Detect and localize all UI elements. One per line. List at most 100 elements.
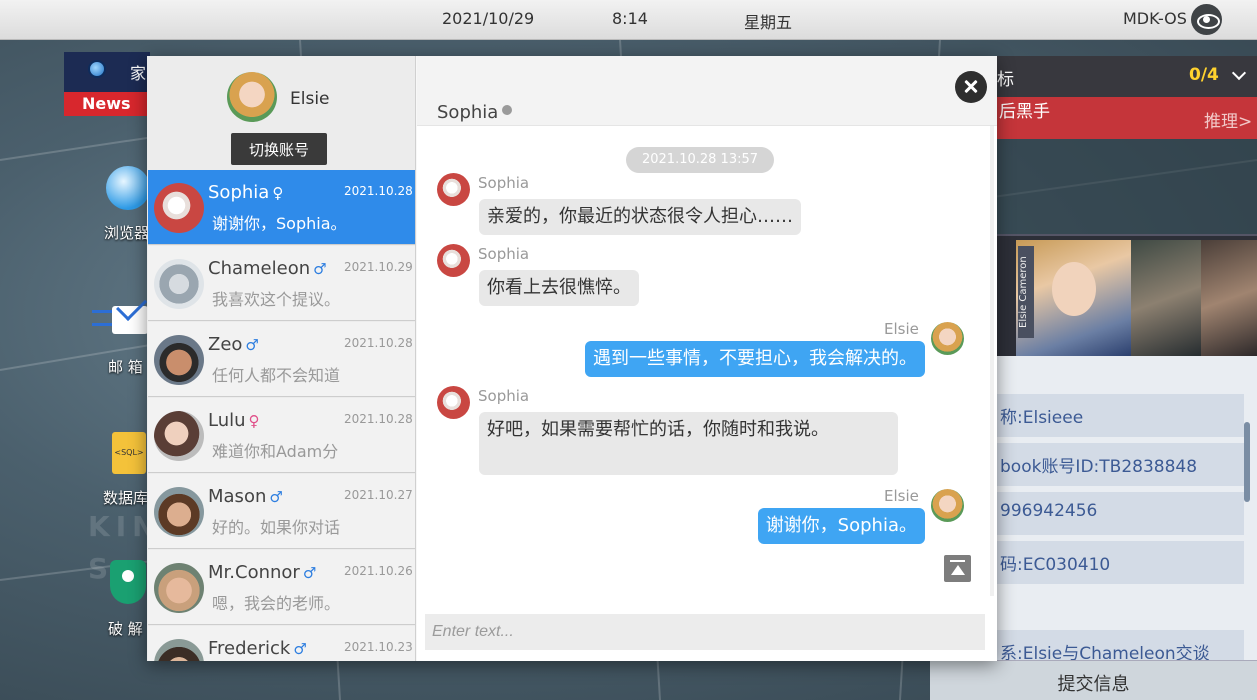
contact-name: Mason ♂ [208,486,283,507]
conversation-header: Sophia [417,56,997,126]
contact-date: 2021.10.27 [344,488,413,502]
info-row: 码:EC030410 [996,541,1244,584]
contact-preview: 谢谢你，Sophia。 [212,214,347,233]
portrait-name-tag: Elsie Cameron [1018,246,1034,338]
status-weekday: 星期五 [744,13,793,32]
avatar [154,563,204,613]
contact-item-zeo[interactable]: Zeo ♂ 2021.10.28 任何人都不会知道 [148,322,415,397]
sql-icon[interactable]: <SQL> [112,432,146,474]
contact-item-mason[interactable]: Mason ♂ 2021.10.27 好的。如果你对话 [148,474,415,549]
sender-name: Elsie [884,487,919,505]
sender-avatar [931,489,964,522]
message-input[interactable] [425,614,985,650]
female-icon: ♀ [248,412,260,430]
panel-divider [996,139,1257,234]
contact-preview: 我喜欢这个提议。 [212,290,341,309]
shield-icon[interactable] [110,560,146,604]
browser-icon[interactable] [106,166,150,210]
conversation-scrollbar[interactable] [990,126,994,596]
sender-avatar [931,322,964,355]
avatar [154,639,204,661]
crack-label: 破 解 [108,620,143,638]
task-name: 后黑手 [999,102,1050,122]
info-row: 996942456 [996,492,1244,535]
sql-icon-text: <SQL> [114,448,144,457]
character-portraits: Elsie Cameron [996,234,1257,356]
globe-icon [88,60,106,78]
avatar [154,411,204,461]
message-bubble-outgoing: 遇到一些事情，不要担心，我会解决的。 [585,341,925,377]
task-reasoning-link[interactable]: 推理> [1204,107,1252,132]
contact-date: 2021.10.28 [344,336,413,350]
chevron-down-icon[interactable] [1231,65,1247,81]
mail-label: 邮 箱 [108,358,143,376]
news-widget[interactable]: 家 News [64,52,150,116]
message-bubble-outgoing: 谢谢你，Sophia。 [757,508,925,544]
contact-list: Elsie 切换账号 Sophia ♀ 2021.10.28 谢谢你，Sophia… [147,56,416,661]
contact-preview: 任何人都不会知道 [212,366,341,385]
contact-item-lulu[interactable]: Lulu ♀ 2021.10.28 难道你和Adam分 [148,398,415,473]
contact-item-chameleon[interactable]: Chameleon ♂ 2021.10.29 我喜欢这个提议。 [148,246,415,321]
status-dot-icon [502,105,513,115]
info-scrollbar[interactable] [1244,422,1250,502]
female-icon: ♀ [272,184,284,202]
avatar [154,259,204,309]
avatar [154,335,204,385]
contact-date: 2021.10.29 [344,260,413,274]
contact-name: Sophia ♀ [208,182,284,203]
task-header[interactable]: 标 0/4 [996,56,1257,97]
contact-date: 2021.10.28 [344,184,413,198]
info-row: 称:Elsieee [996,394,1244,437]
male-icon: ♂ [302,564,317,582]
sender-name: Elsie [884,320,919,338]
contact-preview: 嗯，我会的老师。 [212,594,341,613]
scroll-to-top-icon[interactable] [944,555,971,582]
info-row: book账号ID:TB2838848 [996,443,1244,486]
os-name: MDK-OS [1123,9,1187,28]
profile-info: 称:Elsieee book账号ID:TB2838848 996942456 码… [996,356,1257,700]
contact-name: Chameleon ♂ [208,258,327,279]
message-timestamp: 2021.10.28 13:57 [626,147,774,173]
contact-date: 2021.10.28 [344,412,413,426]
submit-info-button[interactable]: 提交信息 [930,660,1257,700]
sender-name: Sophia [478,387,530,405]
mail-icon[interactable] [112,306,148,334]
task-panel: 标 0/4 后黑手 推理> Elsie Cameron 称:Elsieee bo… [930,56,1257,700]
chat-window: Elsie 切换账号 Sophia ♀ 2021.10.28 谢谢你，Sophia… [147,56,997,661]
avatar [154,487,204,537]
portrait-character [1201,240,1257,356]
sender-avatar [437,386,470,419]
news-badge: News [64,92,150,116]
contact-name: Lulu ♀ [208,410,260,431]
status-date: 2021/10/29 [442,9,535,28]
task-title: 标 [997,70,1014,90]
conversation-title: Sophia [437,102,513,123]
contact-date: 2021.10.23 [344,640,413,654]
eye-icon[interactable] [1191,4,1222,35]
contact-item-mr-connor[interactable]: Mr.Connor ♂ 2021.10.26 嗯，我会的老师。 [148,550,415,625]
avatar [154,183,204,233]
male-icon: ♂ [293,640,307,658]
contact-date: 2021.10.26 [344,564,413,578]
news-home-label: 家 [130,64,147,83]
male-icon: ♂ [313,260,327,278]
mail-speed-lines [92,310,114,326]
task-count: 0/4 [1189,65,1219,85]
close-icon[interactable] [955,71,987,103]
account-avatar [227,72,277,122]
switch-account-button[interactable]: 切换账号 [231,133,327,165]
male-icon: ♂ [269,488,283,506]
status-bar: 2021/10/29 8:14 星期五 MDK-OS [0,0,1257,40]
message-bubble-incoming: 亲爱的，你最近的状态很令人担心…… [479,199,801,235]
account-name: Elsie [290,89,330,109]
database-label: 数据库 [103,489,149,507]
sender-name: Sophia [478,174,530,192]
contact-preview: 好的。如果你对话 [212,518,341,537]
status-time: 8:14 [612,9,648,28]
contact-item-frederick[interactable]: Frederick ♂ 2021.10.23 [148,626,415,661]
task-row[interactable]: 后黑手 推理> [996,97,1257,139]
contact-preview: 难道你和Adam分 [212,442,339,461]
contact-name: Frederick ♂ [208,638,307,659]
browser-label: 浏览器 [104,224,150,242]
contact-item-sophia[interactable]: Sophia ♀ 2021.10.28 谢谢你，Sophia。 [148,170,415,245]
